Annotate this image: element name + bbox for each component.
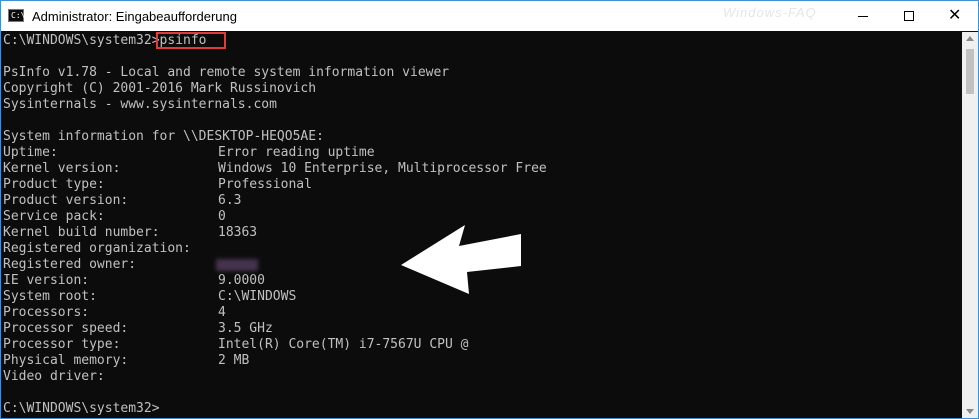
info-label: Kernel build number: [3,225,160,240]
info-label: IE version: [3,273,90,288]
info-label: Processors: [3,305,90,320]
window-title: Administrator: Eingabeaufforderung [32,9,237,24]
info-value: Windows 10 Enterprise, Multiprocessor Fr… [218,161,547,176]
title-bar[interactable]: C:\ Administrator: Eingabeaufforderung W… [1,1,978,31]
info-label: Registered owner: [3,257,137,272]
info-value: 0 [218,209,226,224]
info-row: Physical memory: 2 MB [3,353,249,369]
info-row: Processors: 4 [3,305,226,321]
watermark: Windows-FAQ [723,5,817,20]
info-label: Service pack: [3,209,105,224]
system-info-heading: System information for \\DESKTOP-HEQO5AE… [3,129,324,144]
console-output[interactable]: C:\WINDOWS\system32>psinfo PsInfo v1.78 … [1,32,962,418]
info-label: Product type: [3,177,105,192]
maximize-icon [904,11,914,21]
info-label: System root: [3,289,97,304]
info-value: 3.5 GHz [218,321,273,336]
minimize-button[interactable] [840,1,886,31]
info-label: Processor type: [3,337,121,352]
info-row: Processor type: Intel(R) Core(TM) i7-7567… [3,337,468,353]
info-row: IE version: 9.0000 [3,273,265,289]
info-label: Physical memory: [3,353,129,368]
info-row: Registered organization: [3,241,191,257]
info-row: Service pack: 0 [3,209,226,225]
cmd-window: C:\ Administrator: Eingabeaufforderung W… [0,0,979,419]
info-value: C:\WINDOWS [218,289,297,304]
info-row: System root: C:\WINDOWS [3,289,296,305]
scroll-down-icon[interactable] [966,409,974,414]
info-value: 2 MB [218,353,250,368]
close-button[interactable]: ✕ [932,1,978,31]
scroll-up-icon[interactable] [966,36,974,41]
prompt-line-2: C:\WINDOWS\system32> [3,401,160,416]
info-row: Processor speed: 3.5 GHz [3,321,273,337]
info-row: Kernel build number: 18363 [3,225,257,241]
info-label: Processor speed: [3,321,129,336]
info-value: Intel(R) Core(TM) i7-7567U CPU @ [218,337,469,352]
info-label: Uptime: [3,145,58,160]
info-row: Product type: Professional [3,177,312,193]
info-value: 4 [218,305,226,320]
redacted-owner [216,259,258,271]
prompt-text: C:\WINDOWS\system32> [3,33,160,48]
annotation-arrow-icon [401,225,521,294]
info-value: Professional [218,177,312,192]
info-row: Registered owner: [3,257,136,273]
info-label: Kernel version: [3,161,121,176]
maximize-button[interactable] [886,1,932,31]
info-value: Error reading uptime [218,145,375,160]
info-row: Product version: 6.3 [3,193,241,209]
header-line: Sysinternals - www.sysinternals.com [3,97,277,112]
info-value: 18363 [218,225,258,240]
minimize-icon [858,16,868,17]
info-row: Uptime: Error reading uptime [3,145,375,161]
info-value: 6.3 [218,193,242,208]
vertical-scrollbar[interactable] [962,32,978,418]
info-row: Video driver: [3,369,105,385]
command-highlight-box [156,32,226,49]
header-line: PsInfo v1.78 - Local and remote system i… [3,65,450,80]
info-label: Video driver: [3,369,105,384]
close-icon: ✕ [948,5,962,24]
cmd-icon: C:\ [8,9,25,22]
info-label: Registered organization: [3,241,191,256]
header-line: Copyright (C) 2001-2016 Mark Russinovich [3,81,317,96]
info-row: Kernel version: Windows 10 Enterprise, Mu… [3,161,547,177]
scroll-thumb[interactable] [966,49,974,94]
info-value: 9.0000 [218,273,265,288]
info-label: Product version: [3,193,129,208]
